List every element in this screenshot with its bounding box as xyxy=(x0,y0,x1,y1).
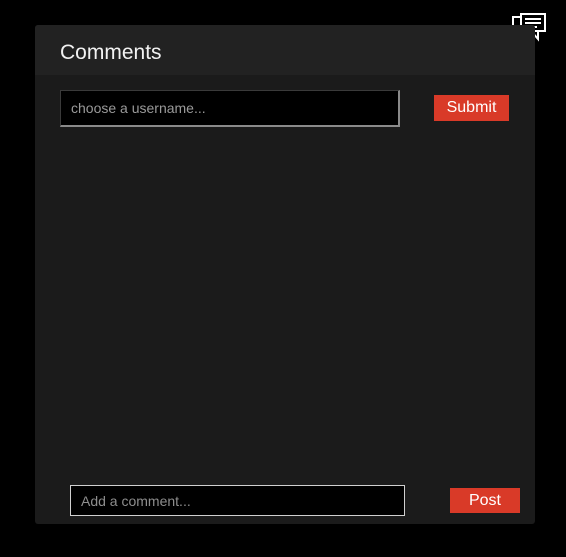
submit-button[interactable]: Submit xyxy=(434,95,509,121)
panel-header: Comments xyxy=(35,25,535,75)
username-input[interactable] xyxy=(60,90,400,127)
post-button[interactable]: Post xyxy=(450,488,520,513)
comments-panel: Comments Submit Post xyxy=(35,25,535,524)
comment-input[interactable] xyxy=(70,485,405,516)
comments-list xyxy=(60,140,510,480)
panel-title: Comments xyxy=(60,41,162,64)
